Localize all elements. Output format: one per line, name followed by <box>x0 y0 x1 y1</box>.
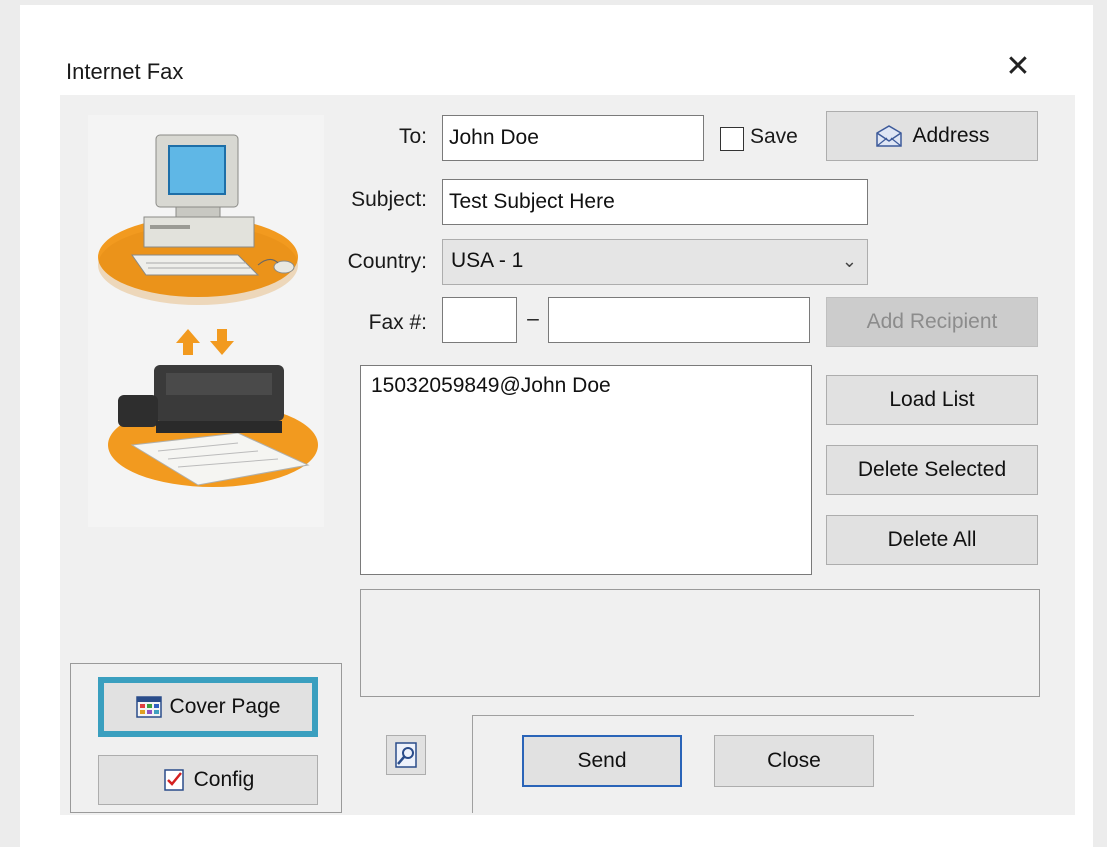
save-checkbox[interactable] <box>720 127 744 151</box>
envelope-icon <box>876 125 903 147</box>
country-select[interactable]: USA - 1 ⌄ <box>442 239 868 285</box>
fax-number-field[interactable] <box>548 297 810 343</box>
config-label: Config <box>193 768 255 791</box>
window-title: Internet Fax <box>66 59 184 84</box>
subject-field[interactable]: Test Subject Here <box>442 179 868 225</box>
add-recipient-button[interactable]: Add Recipient <box>826 297 1038 347</box>
country-select-value: USA - 1 <box>451 249 524 272</box>
grid-icon <box>135 696 162 718</box>
computer-fax-illustration <box>98 134 318 487</box>
cover-page-button[interactable]: Cover Page <box>98 677 318 737</box>
to-field[interactable]: John Doe <box>442 115 704 161</box>
address-button-label: Address <box>912 124 990 147</box>
fax-area-code-field[interactable] <box>442 297 517 343</box>
send-button[interactable]: Send <box>522 735 682 787</box>
address-button[interactable]: Address <box>826 111 1038 161</box>
fax-label: Fax #: <box>368 311 427 334</box>
fax-illustration <box>88 115 324 527</box>
chevron-down-icon: ⌄ <box>841 251 857 271</box>
subject-label: Subject: <box>351 188 427 211</box>
dialog-client-area: To: John Doe Save Address Subject: Test … <box>60 95 1075 815</box>
save-label: Save <box>750 125 798 148</box>
config-button[interactable]: Config <box>98 755 318 805</box>
close-button[interactable]: Close <box>714 735 874 787</box>
list-item[interactable]: 15032059849@John Doe <box>371 374 801 398</box>
preview-button[interactable] <box>386 735 426 775</box>
delete-selected-button[interactable]: Delete Selected <box>826 445 1038 495</box>
close-icon[interactable]: ✕ <box>1002 51 1034 83</box>
to-label: To: <box>398 125 427 148</box>
country-label: Country: <box>347 250 427 273</box>
cover-page-label: Cover Page <box>169 695 281 718</box>
checklist-icon <box>163 769 184 791</box>
dialog-window: Internet Fax ✕ To: John Doe Save Address… <box>20 5 1093 847</box>
load-list-button[interactable]: Load List <box>826 375 1038 425</box>
status-area <box>360 589 1040 697</box>
delete-all-button[interactable]: Delete All <box>826 515 1038 565</box>
fax-separator: – <box>527 307 539 330</box>
recipient-list[interactable]: 15032059849@John Doe <box>360 365 812 575</box>
magnifier-icon <box>395 742 417 768</box>
